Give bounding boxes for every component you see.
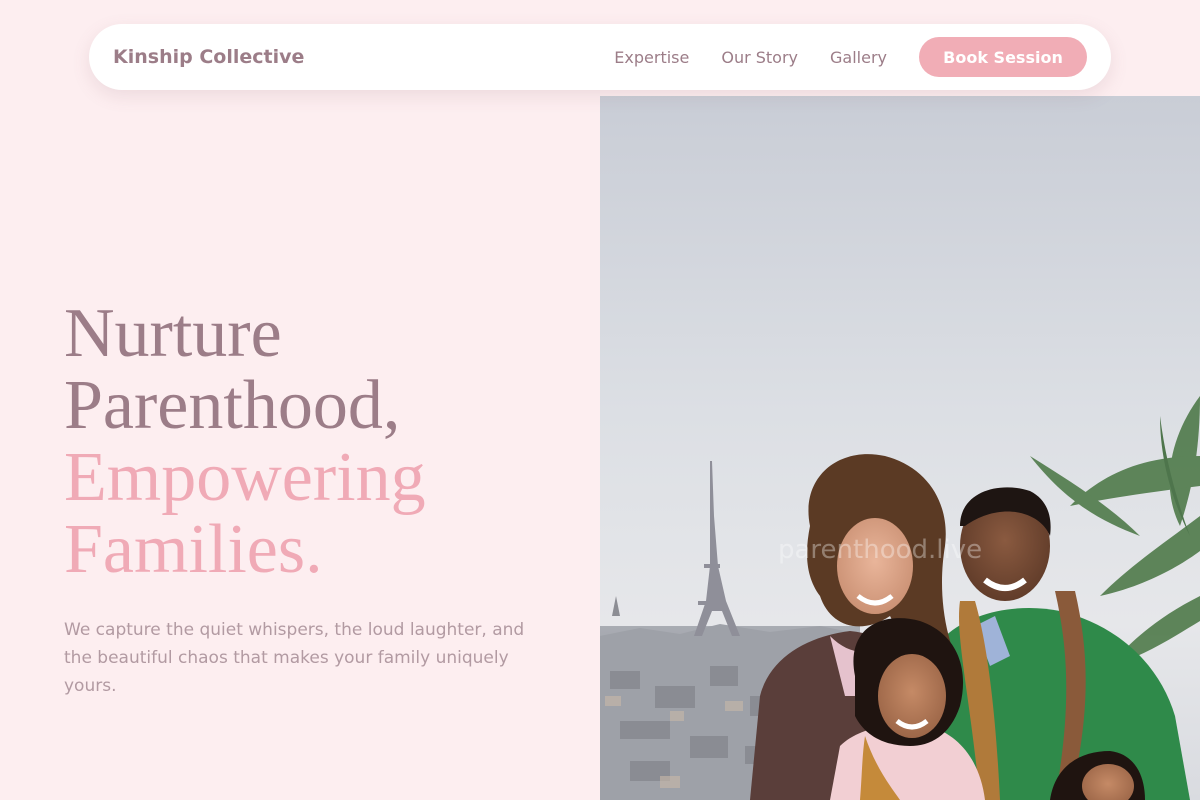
nav-link-our-story[interactable]: Our Story bbox=[721, 48, 798, 67]
hero-family-photo: parenthood.live bbox=[600, 96, 1200, 800]
nav-link-gallery[interactable]: Gallery bbox=[830, 48, 887, 67]
book-session-button[interactable]: Book Session bbox=[919, 37, 1087, 77]
brand-logo[interactable]: Kinship Collective bbox=[113, 46, 304, 68]
headline-line-2: Parenthood, bbox=[64, 367, 401, 444]
family-photo-illustration: parenthood.live bbox=[600, 96, 1200, 800]
headline-line-1: Nurture bbox=[64, 295, 282, 372]
headline-line-4: Families. bbox=[64, 511, 323, 588]
headline-line-3: Empowering bbox=[64, 439, 426, 516]
hero-section: Nurture Parenthood, Empowering Families.… bbox=[64, 298, 564, 700]
photo-watermark: parenthood.live bbox=[778, 535, 982, 565]
nav-link-expertise[interactable]: Expertise bbox=[614, 48, 689, 67]
hero-headline: Nurture Parenthood, Empowering Families. bbox=[64, 298, 564, 586]
top-navigation: Kinship Collective Expertise Our Story G… bbox=[89, 24, 1111, 90]
hero-subtext: We capture the quiet whispers, the loud … bbox=[64, 620, 525, 696]
nav-links: Expertise Our Story Gallery bbox=[614, 48, 887, 67]
